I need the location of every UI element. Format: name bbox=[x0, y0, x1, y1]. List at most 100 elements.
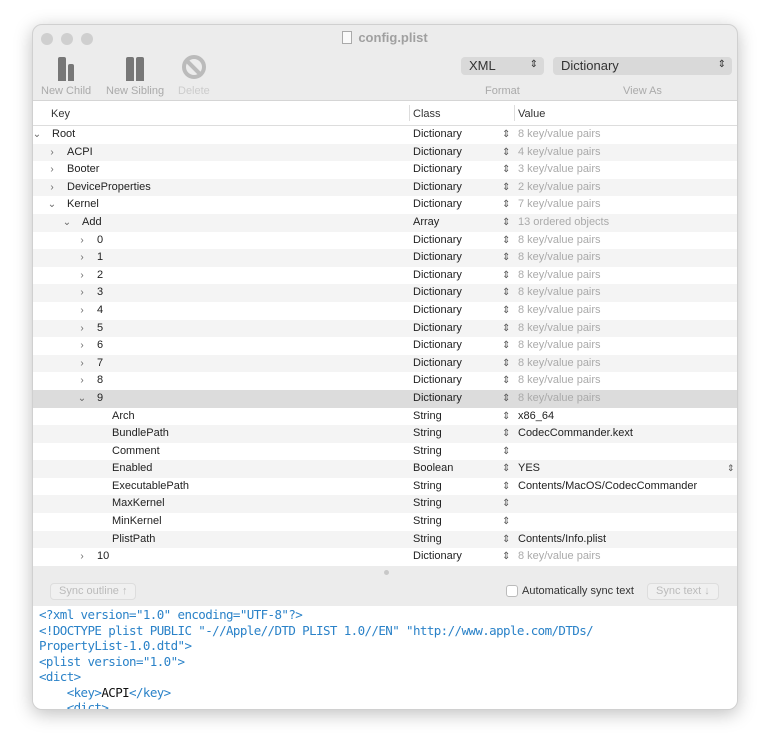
row-value[interactable]: 7 key/value pairs bbox=[518, 196, 601, 214]
chevron-updown-icon[interactable]: ⇕ bbox=[502, 144, 510, 162]
row-value[interactable]: 4 key/value pairs bbox=[518, 144, 601, 162]
chevron-updown-icon[interactable]: ⇕ bbox=[502, 355, 510, 373]
table-row[interactable]: ⌄ Kernel Dictionary ⇕ 7 key/value pairs bbox=[33, 196, 737, 214]
table-row[interactable]: MaxKernel String ⇕ bbox=[33, 495, 737, 514]
chevron-updown-icon[interactable]: ⇕ bbox=[502, 284, 510, 302]
row-class[interactable]: String bbox=[413, 513, 442, 531]
row-class[interactable]: Dictionary bbox=[413, 179, 462, 197]
row-value[interactable]: Contents/Info.plist bbox=[518, 531, 606, 549]
table-row[interactable]: › 10 Dictionary ⇕ 8 key/value pairs bbox=[33, 548, 737, 566]
row-class[interactable]: String bbox=[413, 531, 442, 549]
row-class[interactable]: Dictionary bbox=[413, 390, 462, 408]
row-value[interactable]: 8 key/value pairs bbox=[518, 372, 601, 390]
table-row[interactable]: MinKernel String ⇕ bbox=[33, 513, 737, 531]
xml-text-view[interactable]: <?xml version="1.0" encoding="UTF-8"?> <!… bbox=[33, 606, 737, 709]
row-value[interactable]: 8 key/value pairs bbox=[518, 548, 601, 566]
chevron-right-icon[interactable]: › bbox=[47, 161, 57, 179]
row-class[interactable]: Dictionary bbox=[413, 372, 462, 390]
sync-outline-button[interactable]: Sync outline ↑ bbox=[50, 583, 137, 600]
delete-button[interactable]: Delete bbox=[178, 53, 210, 97]
row-value[interactable]: 8 key/value pairs bbox=[518, 320, 601, 338]
chevron-updown-icon[interactable]: ⇕ bbox=[502, 161, 510, 179]
row-value[interactable]: 8 key/value pairs bbox=[518, 390, 601, 408]
table-row[interactable]: › ACPI Dictionary ⇕ 4 key/value pairs bbox=[33, 143, 737, 162]
chevron-down-icon[interactable]: ⌄ bbox=[62, 214, 72, 232]
new-child-button[interactable]: New Child bbox=[41, 53, 91, 97]
chevron-updown-icon[interactable]: ⇕ bbox=[502, 372, 510, 390]
table-row[interactable]: › 6 Dictionary ⇕ 8 key/value pairs bbox=[33, 337, 737, 355]
row-value[interactable]: 8 key/value pairs bbox=[518, 355, 601, 373]
row-class[interactable]: Dictionary bbox=[413, 161, 462, 179]
chevron-right-icon[interactable]: › bbox=[77, 337, 87, 355]
table-row[interactable]: › 3 Dictionary ⇕ 8 key/value pairs bbox=[33, 284, 737, 302]
chevron-right-icon[interactable]: › bbox=[77, 267, 87, 285]
chevron-updown-icon[interactable]: ⇕ bbox=[502, 267, 510, 285]
table-row[interactable]: ⌄ Add Array ⇕ 13 ordered objects bbox=[33, 213, 737, 232]
row-class[interactable]: Dictionary bbox=[413, 267, 462, 285]
row-class[interactable]: Dictionary bbox=[413, 249, 462, 267]
row-class[interactable]: Dictionary bbox=[413, 548, 462, 566]
table-row[interactable]: ⌄ Root Dictionary ⇕ 8 key/value pairs bbox=[33, 126, 737, 144]
chevron-updown-icon[interactable]: ⇕ bbox=[502, 214, 510, 232]
chevron-right-icon[interactable]: › bbox=[77, 320, 87, 338]
chevron-right-icon[interactable]: › bbox=[47, 179, 57, 197]
chevron-updown-icon[interactable]: ⇕ bbox=[727, 460, 735, 478]
chevron-right-icon[interactable]: › bbox=[77, 372, 87, 390]
row-class[interactable]: String bbox=[413, 495, 442, 513]
table-row[interactable]: › 4 Dictionary ⇕ 8 key/value pairs bbox=[33, 302, 737, 320]
table-row[interactable]: › 5 Dictionary ⇕ 8 key/value pairs bbox=[33, 319, 737, 338]
row-class[interactable]: Dictionary bbox=[413, 337, 462, 355]
chevron-right-icon[interactable]: › bbox=[77, 302, 87, 320]
row-class[interactable]: Dictionary bbox=[413, 196, 462, 214]
chevron-right-icon[interactable]: › bbox=[77, 548, 87, 566]
chevron-updown-icon[interactable]: ⇕ bbox=[502, 548, 510, 566]
table-row[interactable]: › 2 Dictionary ⇕ 8 key/value pairs bbox=[33, 267, 737, 285]
chevron-updown-icon[interactable]: ⇕ bbox=[502, 478, 510, 496]
row-value[interactable]: 13 ordered objects bbox=[518, 214, 609, 232]
row-class[interactable]: Dictionary bbox=[413, 126, 462, 144]
row-value[interactable]: Contents/MacOS/CodecCommander bbox=[518, 478, 697, 496]
row-value[interactable]: 2 key/value pairs bbox=[518, 179, 601, 197]
column-class[interactable]: Class bbox=[413, 108, 441, 120]
row-value[interactable]: CodecCommander.kext bbox=[518, 425, 633, 443]
row-class[interactable]: String bbox=[413, 443, 442, 461]
table-row[interactable]: › 8 Dictionary ⇕ 8 key/value pairs bbox=[33, 372, 737, 390]
chevron-updown-icon[interactable]: ⇕ bbox=[502, 179, 510, 197]
chevron-right-icon[interactable]: › bbox=[77, 232, 87, 250]
table-row[interactable]: Arch String ⇕ x86_64 bbox=[33, 408, 737, 426]
row-class[interactable]: Dictionary bbox=[413, 232, 462, 250]
row-value[interactable]: 8 key/value pairs bbox=[518, 302, 601, 320]
row-class[interactable]: String bbox=[413, 425, 442, 443]
chevron-updown-icon[interactable]: ⇕ bbox=[502, 495, 510, 513]
row-class[interactable]: Array bbox=[413, 214, 439, 232]
chevron-updown-icon[interactable]: ⇕ bbox=[502, 460, 510, 478]
row-value[interactable]: 8 key/value pairs bbox=[518, 232, 601, 250]
view-as-popup[interactable]: Dictionary ⇕ bbox=[553, 57, 732, 75]
chevron-right-icon[interactable]: › bbox=[47, 144, 57, 162]
table-row[interactable]: › Booter Dictionary ⇕ 3 key/value pairs bbox=[33, 161, 737, 179]
table-row[interactable]: BundlePath String ⇕ CodecCommander.kext bbox=[33, 425, 737, 443]
chevron-updown-icon[interactable]: ⇕ bbox=[502, 232, 510, 250]
column-value[interactable]: Value bbox=[518, 108, 545, 120]
table-row[interactable]: Comment String ⇕ bbox=[33, 443, 737, 461]
split-handle[interactable] bbox=[384, 570, 389, 575]
row-value[interactable]: 3 key/value pairs bbox=[518, 161, 601, 179]
chevron-updown-icon[interactable]: ⇕ bbox=[502, 320, 510, 338]
row-value[interactable]: x86_64 bbox=[518, 408, 554, 426]
format-popup[interactable]: XML ⇕ bbox=[461, 57, 544, 75]
table-row[interactable]: › 1 Dictionary ⇕ 8 key/value pairs bbox=[33, 249, 737, 267]
chevron-updown-icon[interactable]: ⇕ bbox=[502, 390, 510, 408]
chevron-down-icon[interactable]: ⌄ bbox=[77, 390, 87, 408]
chevron-updown-icon[interactable]: ⇕ bbox=[502, 531, 510, 549]
table-row[interactable]: › DeviceProperties Dictionary ⇕ 2 key/value … bbox=[33, 178, 737, 197]
chevron-updown-icon[interactable]: ⇕ bbox=[502, 196, 510, 214]
table-row[interactable]: ExecutablePath String ⇕ Contents/MacOS/Code… bbox=[33, 478, 737, 496]
chevron-updown-icon[interactable]: ⇕ bbox=[502, 126, 510, 144]
column-key[interactable]: Key bbox=[51, 108, 70, 120]
chevron-updown-icon[interactable]: ⇕ bbox=[502, 337, 510, 355]
row-class[interactable]: Boolean bbox=[413, 460, 453, 478]
row-value[interactable]: 8 key/value pairs bbox=[518, 337, 601, 355]
row-value[interactable]: 8 key/value pairs bbox=[518, 249, 601, 267]
table-row[interactable]: › 0 Dictionary ⇕ 8 key/value pairs bbox=[33, 232, 737, 250]
chevron-updown-icon[interactable]: ⇕ bbox=[502, 425, 510, 443]
